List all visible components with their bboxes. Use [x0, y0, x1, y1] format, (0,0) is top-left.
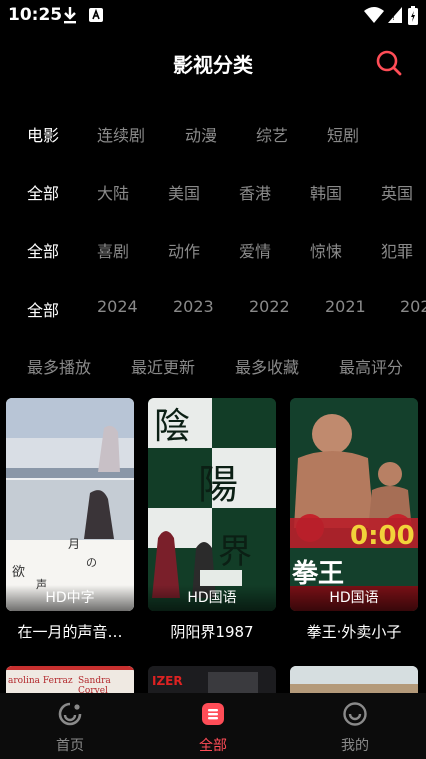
filter-region-usa[interactable]: 美国 [168, 180, 200, 204]
filter-row-type: 电影 连续剧 动漫 综艺 短剧 [0, 114, 426, 150]
video-poster[interactable]: 0:00 拳王 HD国语 [290, 398, 418, 611]
filter-genre-action[interactable]: 动作 [168, 238, 200, 262]
app-notification-icon [88, 6, 104, 28]
battery-icon [408, 6, 418, 30]
filter-genre-romance[interactable]: 爱情 [239, 238, 271, 262]
tab-home-label: 首页 [56, 738, 84, 754]
filter-row-year: 全部 2024 2023 2022 2021 202 [0, 289, 426, 325]
svg-text:!: ! [392, 14, 395, 22]
video-card[interactable]: 陰 陽 界 HD国语 阴阳界1987 [148, 398, 276, 642]
filter-type-variety[interactable]: 综艺 [256, 122, 288, 146]
tab-mine[interactable]: 我的 [305, 701, 405, 755]
tab-home[interactable]: 首页 [20, 701, 120, 755]
svg-text:陰: 陰 [154, 406, 190, 447]
filter-year-2021[interactable]: 2021 [325, 297, 366, 316]
filter-row-region: 全部 大陆 美国 香港 韩国 英国 [0, 172, 426, 208]
filter-year-all[interactable]: 全部 [27, 297, 59, 321]
filter-year-2024[interactable]: 2024 [97, 297, 138, 316]
video-title[interactable]: 在一月的声音… [3, 621, 137, 642]
filter-type-anime[interactable]: 动漫 [185, 122, 217, 146]
filter-genre-comedy[interactable]: 喜剧 [97, 238, 129, 262]
video-title[interactable]: 阴阳界1987 [145, 621, 279, 642]
page-header: 影视分类 [0, 40, 426, 86]
filter-region-mainland[interactable]: 大陆 [97, 180, 129, 204]
filter-region-uk[interactable]: 英国 [381, 180, 413, 204]
filter-region-hongkong[interactable]: 香港 [239, 180, 271, 204]
tab-all-label: 全部 [199, 738, 227, 754]
video-title[interactable]: 拳王·外卖小子 [287, 621, 421, 642]
poster-image: 0:00 拳王 [290, 398, 418, 611]
download-icon [62, 6, 78, 28]
tab-mine-label: 我的 [341, 738, 369, 754]
video-poster[interactable]: IZER [148, 666, 276, 696]
sort-row: 最多播放 最近更新 最多收藏 最高评分 [0, 346, 426, 382]
video-grid: 欲 声 月 の HD中字 在一月的声音… 陰 陽 界 HD国语 [0, 398, 426, 698]
svg-text:陽: 陽 [198, 462, 238, 508]
video-quality-badge: HD国语 [290, 585, 418, 611]
video-poster[interactable]: 欲 声 月 の HD中字 [6, 398, 134, 611]
poster-image: 欲 声 月 の [6, 398, 134, 611]
sort-most-favorited[interactable]: 最多收藏 [235, 354, 299, 378]
filter-region-korea[interactable]: 韩国 [310, 180, 342, 204]
filter-type-short[interactable]: 短剧 [327, 122, 359, 146]
svg-text:欲: 欲 [12, 564, 25, 580]
svg-text:月: 月 [68, 537, 80, 551]
poster-image: 陰 陽 界 [148, 398, 276, 611]
sort-top-rated[interactable]: 最高评分 [339, 354, 403, 378]
filter-type-series[interactable]: 连续剧 [97, 122, 145, 146]
home-icon [58, 702, 82, 726]
search-button[interactable] [374, 48, 404, 78]
svg-text:0:00: 0:00 [350, 521, 415, 551]
profile-icon [343, 702, 367, 726]
video-quality-badge: HD国语 [148, 585, 276, 611]
video-quality-badge: HD中字 [6, 585, 134, 611]
search-icon [376, 50, 402, 76]
tab-all[interactable]: 全部 [163, 701, 263, 755]
svg-text:界: 界 [218, 532, 252, 572]
sort-most-played[interactable]: 最多播放 [27, 354, 91, 378]
svg-text:の: の [86, 556, 97, 569]
filter-year-2022[interactable]: 2022 [249, 297, 290, 316]
video-card[interactable]: 欲 声 月 の HD中字 在一月的声音… [6, 398, 134, 642]
filter-genre-crime[interactable]: 犯罪 [381, 238, 413, 262]
signal-icon: ! [387, 6, 403, 28]
filter-year-2020[interactable]: 202 [400, 297, 426, 316]
filter-genre-thriller[interactable]: 惊悚 [310, 238, 342, 262]
status-bar: 10:25 ! [0, 0, 426, 30]
sort-latest-update[interactable]: 最近更新 [131, 354, 195, 378]
poster-credit-left: IZER [152, 674, 183, 688]
video-poster[interactable] [290, 666, 418, 696]
category-icon [202, 703, 224, 725]
filter-genre-all[interactable]: 全部 [27, 238, 59, 262]
filter-year-2023[interactable]: 2023 [173, 297, 214, 316]
video-card[interactable]: 0:00 拳王 HD国语 拳王·外卖小子 [290, 398, 418, 642]
filter-row-genre: 全部 喜剧 动作 爱情 惊悚 犯罪 [0, 230, 426, 266]
filter-type-movie[interactable]: 电影 [27, 122, 59, 146]
page-title: 影视分类 [173, 53, 253, 77]
bottom-tab-bar: 首页 全部 我的 [0, 693, 426, 759]
poster-image [290, 666, 418, 696]
filter-region-all[interactable]: 全部 [27, 180, 59, 204]
video-poster[interactable]: 陰 陽 界 HD国语 [148, 398, 276, 611]
video-poster[interactable]: arolina Ferraz Sandra Corvel [6, 666, 134, 696]
wifi-icon [364, 6, 384, 28]
poster-credit-left: arolina Ferraz [8, 676, 73, 686]
status-time: 10:25 [8, 5, 63, 25]
